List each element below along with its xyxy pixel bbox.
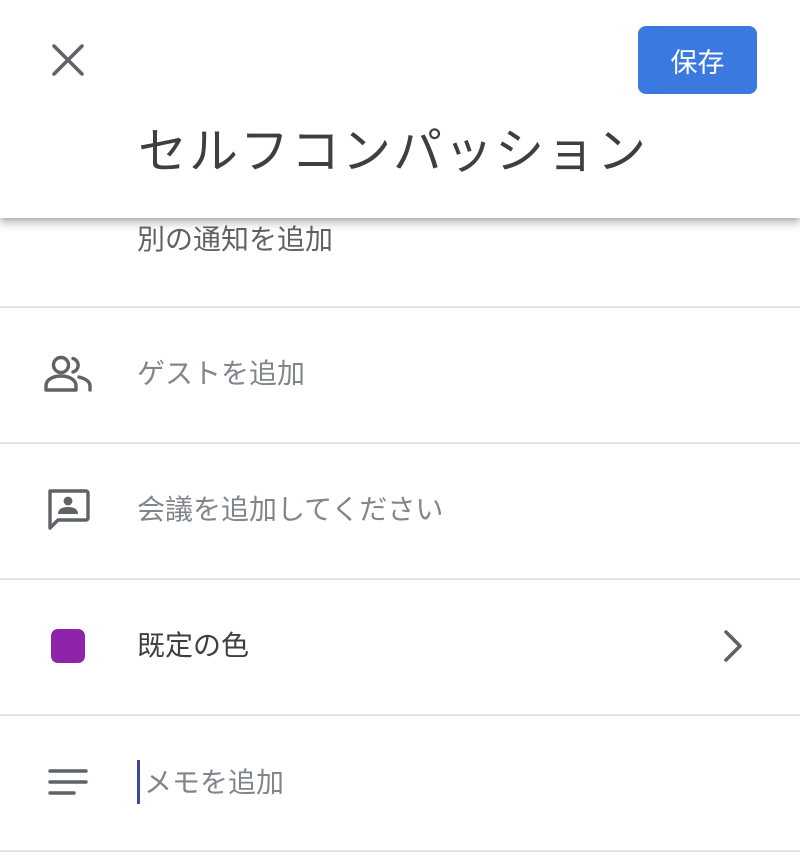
add-guests-label: ゲストを追加 xyxy=(137,357,306,390)
add-notification-row[interactable]: 別の通知を追加 xyxy=(0,206,800,308)
video-chat-icon xyxy=(40,482,96,538)
add-notification-label: 別の通知を追加 xyxy=(137,223,334,256)
event-edit-screen: 保存 セルフコンパッション 別の通知を追加 ゲストを追加 会議を追加してください xyxy=(0,0,800,868)
event-title[interactable]: セルフコンパッション xyxy=(138,114,648,190)
add-conference-row[interactable]: 会議を追加してください xyxy=(0,442,800,580)
add-notes-row[interactable] xyxy=(0,714,800,852)
event-color-row[interactable]: 既定の色 xyxy=(0,578,800,716)
notes-icon xyxy=(40,754,96,810)
chevron-right-icon xyxy=(718,626,748,666)
notes-input[interactable] xyxy=(137,760,704,804)
save-button[interactable]: 保存 xyxy=(638,26,757,94)
close-icon xyxy=(52,44,84,76)
app-bar: 保存 セルフコンパッション xyxy=(0,0,800,218)
add-conference-label: 会議を追加してください xyxy=(137,493,444,526)
color-swatch xyxy=(40,618,96,674)
event-color-label: 既定の色 xyxy=(137,629,250,662)
add-guests-row[interactable]: ゲストを追加 xyxy=(0,306,800,444)
close-button[interactable] xyxy=(40,32,96,88)
people-icon xyxy=(40,346,96,402)
color-swatch-square xyxy=(51,629,85,663)
